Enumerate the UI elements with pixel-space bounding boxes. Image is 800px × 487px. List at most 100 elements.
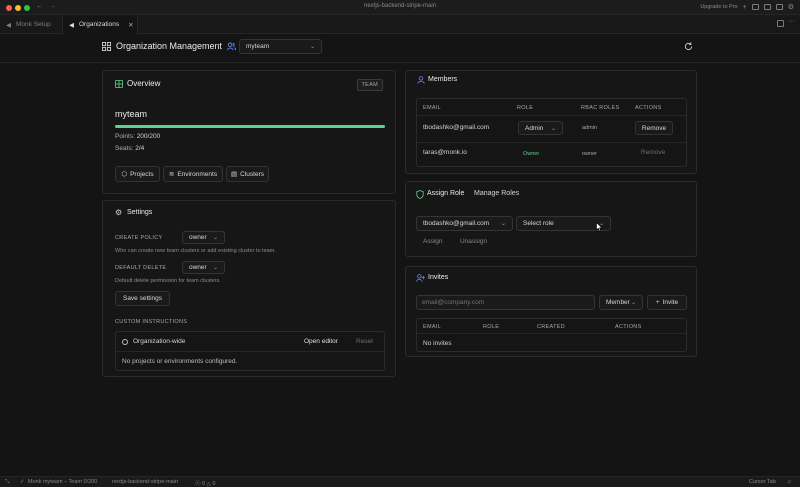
settings-panel: ⚙ Settings CREATE POLICY owner ⌄ Who can… (102, 200, 396, 377)
remove-member-button[interactable]: Remove (635, 121, 673, 135)
problems-status[interactable]: ⓧ 0 △ 0 (195, 479, 215, 487)
layout-icon[interactable] (775, 4, 783, 10)
user-plus-icon (416, 274, 425, 282)
invite-role-select[interactable]: Member ⌄ (599, 295, 643, 310)
settings-title: Settings (127, 209, 153, 216)
clusters-button-label: Clusters (240, 170, 264, 178)
tab-label: Monk Setup (16, 21, 51, 28)
organization-select[interactable]: myteam ⌄ (239, 39, 322, 54)
environments-button[interactable]: ≋ Environments (163, 166, 223, 182)
tab-manage-roles[interactable]: Manage Roles (474, 190, 519, 197)
create-policy-value: owner (189, 234, 207, 241)
users-icon (227, 42, 236, 51)
members-title: Members (428, 76, 458, 83)
tab-monk-setup[interactable]: ◀ Monk Setup (0, 15, 62, 34)
invites-title: Invites (428, 274, 449, 281)
organization-select-value: myteam (246, 43, 270, 50)
cursor-tab-status[interactable]: Cursor Tab (749, 479, 776, 485)
error-icon: ⓧ (195, 481, 201, 487)
upgrade-link[interactable]: Upgrade to Pro (700, 4, 737, 10)
members-panel: Members EMAIL ROLE RBAC ROLES ACTIONS tb… (405, 70, 697, 174)
check-icon: ✓ (20, 479, 25, 485)
warning-icon: △ (206, 481, 211, 487)
clusters-button[interactable]: ▤ Clusters (226, 166, 269, 182)
team-name: myteam (115, 109, 148, 119)
default-delete-label: DEFAULT DELETE (115, 265, 167, 271)
invite-button-label: Invite (662, 299, 679, 306)
chevron-down-icon: ⌄ (500, 221, 506, 227)
column-header-actions: ACTIONS (615, 324, 642, 330)
title-bar-actions: Upgrade to Pro + ⚙ (700, 3, 794, 12)
plus-icon: + (655, 299, 660, 306)
settings-gear-icon[interactable]: ⚙ (788, 3, 794, 11)
tab-assign-role[interactable]: Assign Role (427, 190, 464, 197)
chevron-down-icon: ⌄ (550, 125, 556, 132)
table-row: tbodashko@gmail.com Admin ⌄ admin Remove (417, 116, 686, 141)
create-policy-label: CREATE POLICY (115, 235, 163, 241)
points-label: Points: (115, 133, 135, 140)
overview-panel: Overview TEAM myteam Points: 200/200 Sea… (102, 70, 396, 194)
split-editor-icon[interactable] (777, 20, 784, 27)
save-settings-button[interactable]: Save settings (115, 291, 170, 306)
monk-status[interactable]: Monk myteam – Team 0/200 (28, 479, 97, 485)
status-bar: ⤡ ✓ Monk myteam – Team 0/200 nextjs-back… (0, 476, 800, 487)
invites-table: EMAIL ROLE CREATED ACTIONS No invites (416, 318, 687, 352)
column-header-created: CREATED (537, 324, 565, 330)
divider (116, 351, 384, 352)
sidebar-toggle-icon[interactable] (751, 4, 759, 10)
member-role-select[interactable]: Admin ⌄ (518, 121, 563, 135)
chevron-down-icon: ⌄ (309, 44, 315, 50)
members-table: EMAIL ROLE RBAC ROLES ACTIONS tbodashko@… (416, 98, 687, 167)
plus-icon[interactable]: + (743, 4, 747, 11)
points-row: Points: 200/200 (115, 133, 160, 140)
invite-button[interactable]: + Invite (647, 295, 687, 310)
tab-label: Organizations (79, 21, 120, 28)
chevron-down-icon: ⌄ (212, 265, 218, 271)
branch-status[interactable]: nextjs-backend-stripe-main (112, 479, 178, 485)
title-bar: ← → nextjs-backend-stripe-main Upgrade t… (0, 0, 800, 15)
reset-button[interactable]: Reset (356, 338, 373, 345)
member-email: tbodashko@gmail.com (423, 124, 490, 131)
points-value: 200/200 (136, 133, 161, 140)
invites-panel: Invites Member ⌄ +Invite EMAIL ROLE CREA… (405, 266, 697, 357)
projects-button[interactable]: ⬡ Projects (115, 166, 160, 182)
member-rbac-role: owner (582, 151, 597, 157)
bell-icon[interactable]: ♫ (787, 479, 791, 485)
assign-button[interactable]: Assign (423, 238, 443, 245)
radio-circle-icon[interactable] (122, 339, 128, 345)
seats-value: 2/4 (135, 145, 145, 152)
warning-count: 0 (212, 481, 216, 487)
refresh-icon[interactable] (684, 42, 693, 51)
more-actions-icon[interactable]: ··· (788, 18, 795, 25)
member-email: taras@monk.io (423, 149, 467, 156)
shield-icon (416, 190, 424, 199)
create-policy-select[interactable]: owner ⌄ (182, 231, 225, 244)
default-delete-value: owner (189, 264, 207, 271)
invite-email-input[interactable] (416, 295, 595, 310)
custom-instructions-label: CUSTOM INSTRUCTIONS (115, 319, 188, 325)
tab-close-icon[interactable]: ✕ (128, 21, 133, 29)
chevron-down-icon: ⌄ (630, 300, 636, 306)
projects-button-label: Projects (130, 170, 154, 178)
overview-title: Overview (127, 79, 161, 88)
default-delete-select[interactable]: owner ⌄ (182, 261, 225, 274)
layers-icon: ≋ (168, 171, 175, 178)
team-badge: TEAM (356, 79, 383, 91)
remove-member-button-disabled[interactable]: Remove (641, 149, 665, 156)
column-header-rbac-roles: RBAC ROLES (581, 105, 620, 111)
panel-toggle-icon[interactable] (763, 4, 771, 10)
empty-projects-text: No projects or environments configured. (122, 358, 238, 365)
open-editor-button[interactable]: Open editor (304, 338, 338, 345)
remote-icon[interactable]: ⤡ (5, 479, 9, 486)
custom-instructions-box: Organization-wide Open editor Reset No p… (115, 331, 385, 371)
unassign-button[interactable]: Unassign (460, 238, 487, 245)
tab-organizations[interactable]: ◀ Organizations ✕ (62, 15, 138, 34)
empty-invites-text: No invites (423, 340, 452, 347)
column-header-email: EMAIL (423, 105, 442, 111)
member-select-value: tbodashko@gmail.com (423, 220, 490, 227)
remove-label: Remove (641, 124, 667, 132)
column-header-role: ROLE (483, 324, 500, 330)
gear-icon: ⚙ (115, 208, 123, 217)
member-select[interactable]: tbodashko@gmail.com ⌄ (416, 216, 513, 231)
page-title: Organization Management (116, 41, 223, 51)
